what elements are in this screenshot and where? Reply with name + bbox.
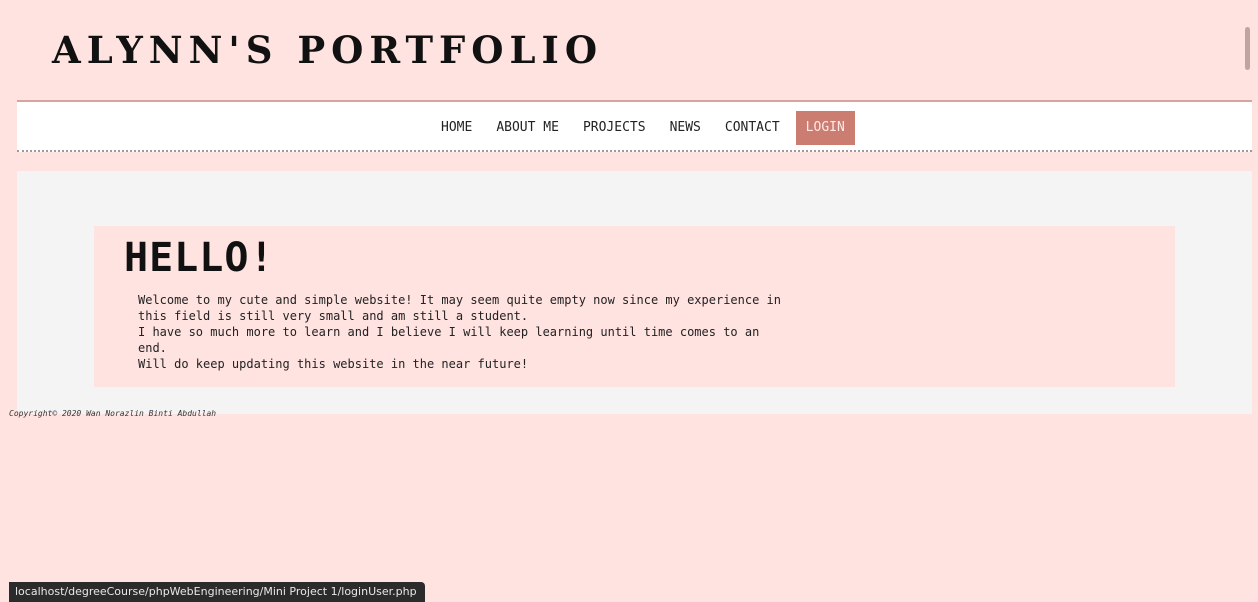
welcome-paragraph: Welcome to my cute and simple website! I… — [138, 292, 818, 372]
main-panel: HELLO! Welcome to my cute and simple web… — [17, 171, 1252, 414]
welcome-line: Will do keep updating this website in th… — [138, 357, 529, 371]
nav-item-login[interactable]: LOGIN — [795, 111, 855, 145]
hello-heading: HELLO! — [124, 235, 275, 281]
welcome-line: end. — [138, 341, 167, 355]
nav-item-news[interactable]: NEWS — [658, 111, 713, 145]
browser-status-bar: localhost/degreeCourse/phpWebEngineering… — [9, 582, 425, 602]
welcome-line: this field is still very small and am st… — [138, 309, 529, 323]
nav-item-projects[interactable]: PROJECTS — [571, 111, 658, 145]
navbar: HOME ABOUT ME PROJECTS NEWS CONTACT LOGI… — [17, 100, 1252, 152]
nav-item-about-me[interactable]: ABOUT ME — [484, 111, 571, 145]
nav-item-home[interactable]: HOME — [429, 111, 484, 145]
welcome-line: Welcome to my cute and simple website! I… — [138, 293, 781, 307]
hello-card: HELLO! Welcome to my cute and simple web… — [94, 226, 1175, 387]
nav-item-contact[interactable]: CONTACT — [713, 111, 792, 145]
nav-menu: HOME ABOUT ME PROJECTS NEWS CONTACT LOGI… — [429, 111, 855, 145]
scrollbar-thumb[interactable] — [1245, 27, 1250, 70]
site-title: ALYNN'S PORTFOLIO — [52, 28, 604, 72]
copyright-text: Copyright© 2020 Wan Norazlin Binti Abdul… — [9, 409, 217, 418]
page-frame: ALYNN'S PORTFOLIO HOME ABOUT ME PROJECTS… — [9, 8, 1258, 602]
welcome-line: I have so much more to learn and I belie… — [138, 325, 760, 339]
